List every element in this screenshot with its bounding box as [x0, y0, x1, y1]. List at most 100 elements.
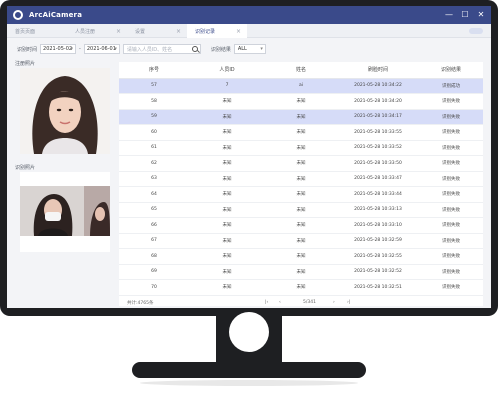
cell-person-id: 未知	[189, 109, 265, 125]
date-to-picker[interactable]: 2021-06-01 ▾	[83, 44, 120, 54]
tab-close-icon[interactable]: ×	[236, 28, 241, 35]
cell-result: 识别失败	[419, 202, 483, 218]
cell-name: 未知	[265, 93, 337, 110]
cell-index: 69	[119, 264, 189, 280]
cell-time: 2021-05-28 10:33:44	[337, 186, 419, 203]
cell-index: 63	[119, 171, 189, 187]
close-button[interactable]: ✕	[475, 8, 487, 21]
cell-person-id: 未知	[189, 248, 265, 265]
cell-name: 未知	[265, 186, 337, 203]
cell-result: 识别失败	[419, 186, 483, 203]
date-from-picker[interactable]: 2021-05-02 ▾	[40, 44, 77, 54]
maximize-button[interactable]: ☐	[459, 8, 471, 21]
table-row[interactable]: 61 未知 未知 2021-05-28 10:33:52 识别失败	[119, 140, 483, 156]
cell-time: 2021-05-28 10:33:47	[337, 171, 419, 187]
cell-person-id: 未知	[189, 233, 265, 249]
app-logo-icon	[13, 10, 23, 20]
cell-time: 2021-05-28 10:32:52	[337, 264, 419, 280]
tab-label: 人员注册	[75, 28, 96, 35]
registered-photo-label: 注册照片	[15, 61, 36, 67]
next-page-button[interactable]: ›	[333, 300, 335, 305]
cell-time: 2021-05-28 10:33:13	[337, 202, 419, 218]
prev-page-button[interactable]: ‹	[279, 300, 281, 305]
first-page-button[interactable]: |‹	[265, 300, 268, 305]
column-header-result[interactable]: 识别结果	[419, 62, 483, 79]
column-header-name[interactable]: 姓名	[265, 62, 337, 79]
cell-result: 识别失败	[419, 93, 483, 110]
monitor-stand-cutout	[229, 312, 269, 352]
cell-name: 未知	[265, 202, 337, 218]
table-row[interactable]: 59 未知 未知 2021-05-28 10:34:17 识别失败	[119, 109, 483, 125]
result-select-value: ALL	[237, 46, 247, 52]
table-row[interactable]: 70 未知 未知 2021-05-28 10:32:51 识别失败	[119, 279, 483, 296]
cell-index: 59	[119, 109, 189, 125]
tab-records[interactable]: 识别记录 ×	[187, 24, 247, 38]
cell-person-id: 未知	[189, 264, 265, 280]
cell-index: 60	[119, 124, 189, 141]
last-page-button[interactable]: ›|	[347, 300, 350, 305]
table-row[interactable]: 64 未知 未知 2021-05-28 10:33:44 识别失败	[119, 186, 483, 203]
cell-name: 未知	[265, 109, 337, 125]
table-row[interactable]: 69 未知 未知 2021-05-28 10:32:52 识别失败	[119, 264, 483, 280]
column-header-person-id[interactable]: 人员ID	[189, 62, 265, 79]
cell-time: 2021-05-28 10:32:51	[337, 279, 419, 296]
monitor-stand-base	[132, 362, 366, 378]
date-range-dash: -	[79, 46, 81, 52]
date-to-value: 2021-06-01	[86, 46, 116, 52]
title-bar: ArcAiCamera — ☐ ✕	[7, 6, 491, 24]
cell-index: 66	[119, 217, 189, 234]
date-from-value: 2021-05-02	[43, 46, 73, 52]
tab-bar: 首页页面 人员注册 × 设置 × 识别记录 ×	[7, 24, 491, 38]
tab-register[interactable]: 人员注册 ×	[67, 24, 127, 38]
minimize-button[interactable]: —	[443, 8, 455, 21]
cell-time: 2021-05-28 10:32:55	[337, 248, 419, 265]
search-icon[interactable]	[191, 46, 198, 52]
column-header-index[interactable]: 序号	[119, 62, 189, 79]
cell-index: 67	[119, 233, 189, 249]
cell-time: 2021-05-28 10:32:59	[337, 233, 419, 249]
cell-time: 2021-05-28 10:33:55	[337, 124, 419, 141]
tab-settings[interactable]: 设置 ×	[127, 24, 187, 38]
records-table: 序号 人员ID 姓名 刷脸时间 识别结果 57 7 ai 2021-05-28 10:…	[119, 62, 483, 296]
tab-close-icon[interactable]: ×	[116, 28, 121, 35]
photo-panel: 注册照片 识别照片	[15, 60, 115, 308]
cell-index: 68	[119, 248, 189, 265]
table-row[interactable]: 62 未知 未知 2021-05-28 10:33:50 识别失败	[119, 155, 483, 172]
cell-time: 2021-05-28 10:34:22	[337, 78, 419, 94]
records-table-panel: 序号 人员ID 姓名 刷脸时间 识别结果 57 7 ai 2021-05-28 10:…	[119, 62, 483, 306]
tab-home[interactable]: 首页页面	[7, 24, 67, 38]
cell-index: 57	[119, 78, 189, 94]
cell-person-id: 未知	[189, 217, 265, 234]
cell-result: 识别失败	[419, 171, 483, 187]
table-row[interactable]: 66 未知 未知 2021-05-28 10:33:10 识别失败	[119, 217, 483, 234]
table-row[interactable]: 57 7 ai 2021-05-28 10:34:22 识别成功	[119, 78, 483, 94]
tab-label: 首页页面	[15, 28, 36, 35]
cell-result: 识别失败	[419, 233, 483, 249]
table-row[interactable]: 68 未知 未知 2021-05-28 10:32:55 识别失败	[119, 248, 483, 265]
cell-name: 未知	[265, 140, 337, 156]
cell-time: 2021-05-28 10:33:10	[337, 217, 419, 234]
column-header-time[interactable]: 刷脸时间	[337, 62, 419, 79]
cell-index: 64	[119, 186, 189, 203]
cell-name: 未知	[265, 217, 337, 234]
cell-result: 识别成功	[419, 78, 483, 94]
table-row[interactable]: 60 未知 未知 2021-05-28 10:33:55 识别失败	[119, 124, 483, 141]
search-input[interactable]: 请输入人员ID、姓名	[122, 44, 201, 54]
tab-close-icon[interactable]: ×	[176, 28, 181, 35]
table-row[interactable]: 63 未知 未知 2021-05-28 10:33:47 识别失败	[119, 171, 483, 187]
cell-index: 70	[119, 279, 189, 296]
cell-person-id: 未知	[189, 171, 265, 187]
cell-result: 识别失败	[419, 279, 483, 296]
table-row[interactable]: 58 未知 未知 2021-05-28 10:34:20 识别失败	[119, 93, 483, 110]
total-count: 共计:4765条	[127, 301, 154, 306]
app-window: ArcAiCamera — ☐ ✕ 首页页面 人员注册 × 设置 × 识别记录 …	[7, 6, 491, 308]
table-row[interactable]: 67 未知 未知 2021-05-28 10:32:59 识别失败	[119, 233, 483, 249]
cell-person-id: 未知	[189, 140, 265, 156]
table-row[interactable]: 65 未知 未知 2021-05-28 10:33:13 识别失败	[119, 202, 483, 218]
cell-result: 识别失败	[419, 124, 483, 141]
cell-index: 62	[119, 155, 189, 172]
cell-person-id: 未知	[189, 124, 265, 141]
page-indicator: 5/341	[303, 300, 316, 305]
tab-menu-icon[interactable]	[469, 28, 483, 34]
result-select[interactable]: ALL ▾	[233, 44, 266, 54]
